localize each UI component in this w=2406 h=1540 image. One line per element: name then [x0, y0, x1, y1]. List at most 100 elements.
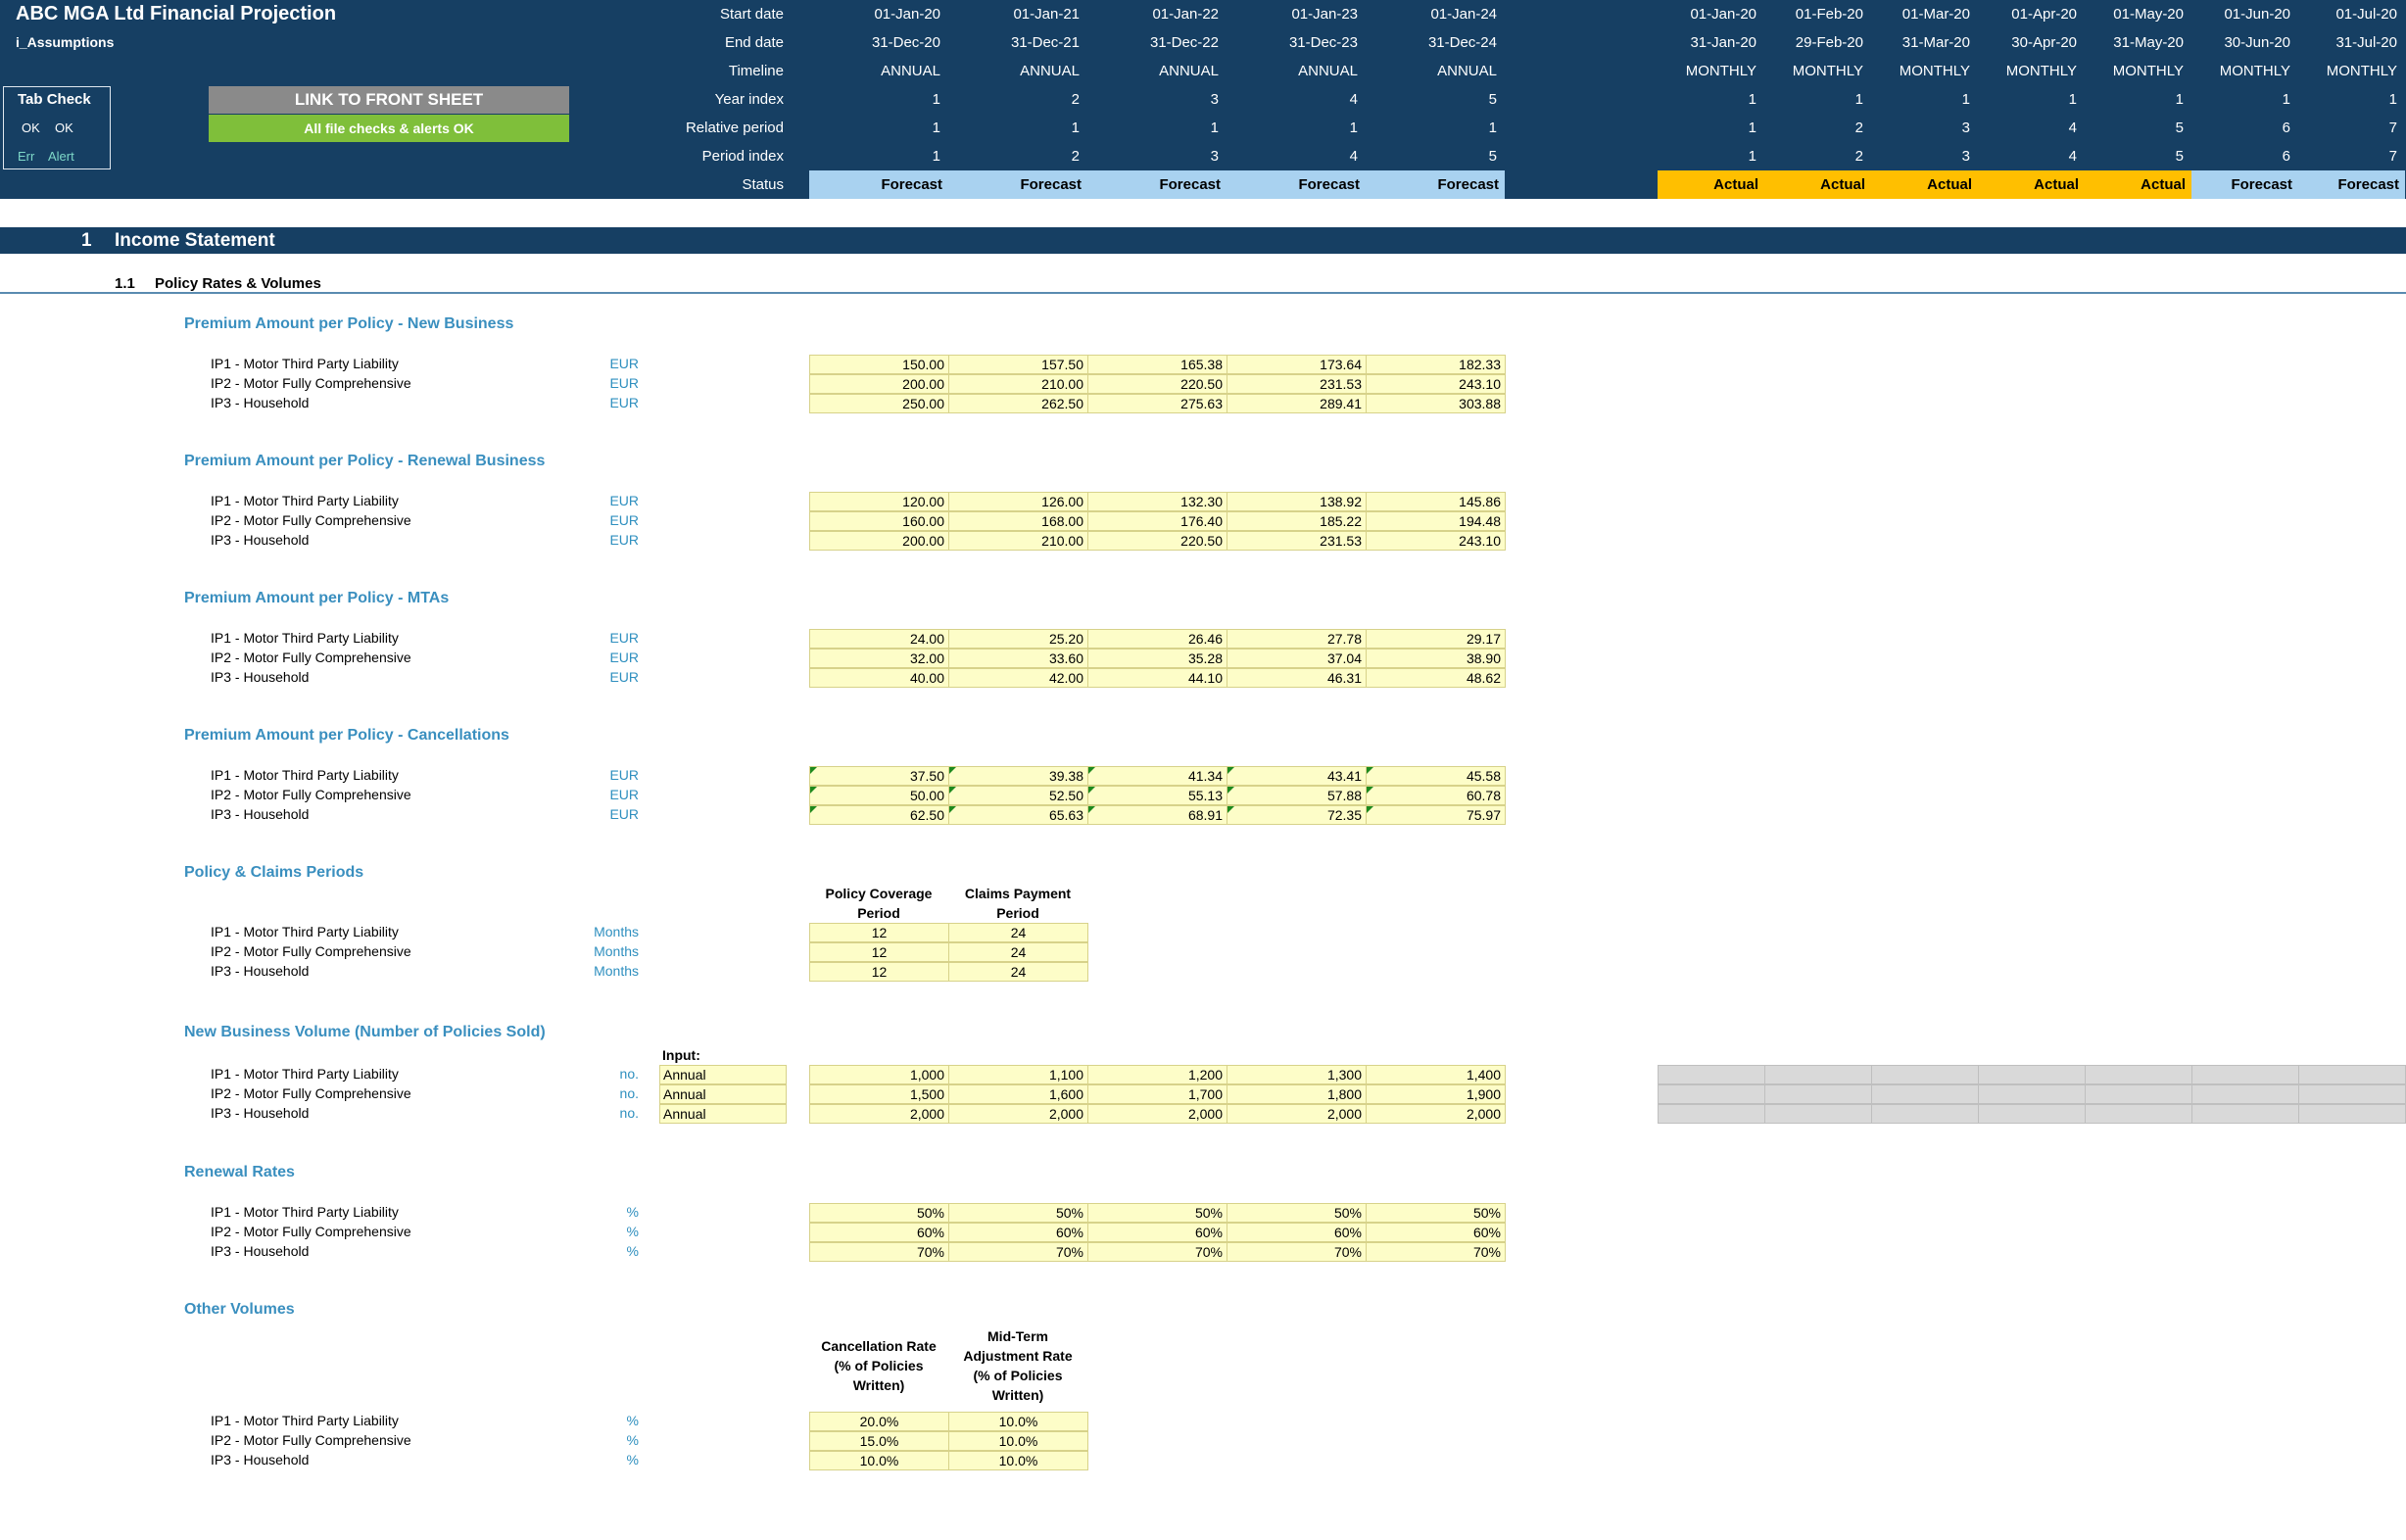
other_volumes-input-cell[interactable]: 10.0% [948, 1412, 1088, 1431]
other_volumes-input-cell[interactable]: 20.0% [809, 1412, 949, 1431]
renewal_rates-input-cell[interactable]: 60% [1366, 1223, 1506, 1242]
renewal_rates-input-cell[interactable]: 60% [948, 1223, 1088, 1242]
renewal-input-cell[interactable]: 210.00 [948, 531, 1088, 551]
new_business-input-cell[interactable]: 173.64 [1227, 355, 1367, 374]
mtas-input-cell[interactable]: 40.00 [809, 668, 949, 688]
renewal_rates-input-cell[interactable]: 50% [948, 1203, 1088, 1223]
mtas-input-cell[interactable]: 38.90 [1366, 649, 1506, 668]
renewal-input-cell[interactable]: 176.40 [1087, 511, 1227, 531]
renewal_rates-input-cell[interactable]: 70% [948, 1242, 1088, 1262]
renewal_rates-input-cell[interactable]: 60% [1227, 1223, 1367, 1242]
new_business-input-cell[interactable]: 231.53 [1227, 374, 1367, 394]
cancellations-input-cell[interactable]: 37.50 [809, 766, 949, 786]
renewal-input-cell[interactable]: 132.30 [1087, 492, 1227, 511]
new_business-input-cell[interactable]: 243.10 [1366, 374, 1506, 394]
cancellations-input-cell[interactable]: 65.63 [948, 805, 1088, 825]
cancellations-input-cell[interactable]: 68.91 [1087, 805, 1227, 825]
frequency-select[interactable]: Annual [659, 1104, 787, 1124]
renewal_rates-input-cell[interactable]: 60% [1087, 1223, 1227, 1242]
renewal_rates-input-cell[interactable]: 70% [1087, 1242, 1227, 1262]
periods-input-cell[interactable]: 12 [809, 923, 949, 942]
renewal-input-cell[interactable]: 220.50 [1087, 531, 1227, 551]
renewal-input-cell[interactable]: 160.00 [809, 511, 949, 531]
cancellations-input-cell[interactable]: 50.00 [809, 786, 949, 805]
new_business-input-cell[interactable]: 150.00 [809, 355, 949, 374]
nb_volume-input-cell[interactable]: 1,300 [1227, 1065, 1367, 1084]
periods-input-cell[interactable]: 24 [948, 942, 1088, 962]
cancellations-input-cell[interactable]: 39.38 [948, 766, 1088, 786]
cancellations-input-cell[interactable]: 72.35 [1227, 805, 1367, 825]
periods-input-cell[interactable]: 12 [809, 962, 949, 982]
nb_volume-input-cell[interactable]: 1,000 [809, 1065, 949, 1084]
nb_volume-input-cell[interactable]: 1,900 [1366, 1084, 1506, 1104]
link-to-front-sheet-button[interactable]: LINK TO FRONT SHEET [209, 86, 569, 114]
cancellations-input-cell[interactable]: 55.13 [1087, 786, 1227, 805]
mtas-input-cell[interactable]: 33.60 [948, 649, 1088, 668]
renewal-input-cell[interactable]: 185.22 [1227, 511, 1367, 531]
renewal-input-cell[interactable]: 126.00 [948, 492, 1088, 511]
renewal_rates-input-cell[interactable]: 50% [1366, 1203, 1506, 1223]
mtas-input-cell[interactable]: 44.10 [1087, 668, 1227, 688]
mtas-input-cell[interactable]: 42.00 [948, 668, 1088, 688]
other_volumes-input-cell[interactable]: 10.0% [948, 1431, 1088, 1451]
nb_volume-input-cell[interactable]: 1,200 [1087, 1065, 1227, 1084]
nb_volume-input-cell[interactable]: 2,000 [1087, 1104, 1227, 1124]
renewal_rates-input-cell[interactable]: 70% [1366, 1242, 1506, 1262]
mtas-input-cell[interactable]: 37.04 [1227, 649, 1367, 668]
renewal-input-cell[interactable]: 243.10 [1366, 531, 1506, 551]
other_volumes-input-cell[interactable]: 15.0% [809, 1431, 949, 1451]
renewal-input-cell[interactable]: 231.53 [1227, 531, 1367, 551]
renewal-input-cell[interactable]: 138.92 [1227, 492, 1367, 511]
renewal-input-cell[interactable]: 200.00 [809, 531, 949, 551]
nb_volume-input-cell[interactable]: 1,600 [948, 1084, 1088, 1104]
frequency-select[interactable]: Annual [659, 1084, 787, 1104]
frequency-select[interactable]: Annual [659, 1065, 787, 1084]
other_volumes-input-cell[interactable]: 10.0% [948, 1451, 1088, 1470]
periods-input-cell[interactable]: 12 [809, 942, 949, 962]
new_business-input-cell[interactable]: 289.41 [1227, 394, 1367, 413]
renewal-input-cell[interactable]: 145.86 [1366, 492, 1506, 511]
periods-input-cell[interactable]: 24 [948, 962, 1088, 982]
new_business-input-cell[interactable]: 210.00 [948, 374, 1088, 394]
cancellations-input-cell[interactable]: 75.97 [1366, 805, 1506, 825]
nb_volume-input-cell[interactable]: 2,000 [948, 1104, 1088, 1124]
cancellations-input-cell[interactable]: 43.41 [1227, 766, 1367, 786]
new_business-input-cell[interactable]: 165.38 [1087, 355, 1227, 374]
new_business-input-cell[interactable]: 200.00 [809, 374, 949, 394]
nb_volume-input-cell[interactable]: 2,000 [809, 1104, 949, 1124]
mtas-input-cell[interactable]: 25.20 [948, 629, 1088, 649]
other_volumes-input-cell[interactable]: 10.0% [809, 1451, 949, 1470]
mtas-input-cell[interactable]: 32.00 [809, 649, 949, 668]
new_business-input-cell[interactable]: 157.50 [948, 355, 1088, 374]
periods-input-cell[interactable]: 24 [948, 923, 1088, 942]
renewal-input-cell[interactable]: 168.00 [948, 511, 1088, 531]
renewal_rates-input-cell[interactable]: 70% [809, 1242, 949, 1262]
nb_volume-input-cell[interactable]: 1,500 [809, 1084, 949, 1104]
cancellations-input-cell[interactable]: 45.58 [1366, 766, 1506, 786]
mtas-input-cell[interactable]: 26.46 [1087, 629, 1227, 649]
renewal-input-cell[interactable]: 120.00 [809, 492, 949, 511]
new_business-input-cell[interactable]: 262.50 [948, 394, 1088, 413]
cancellations-input-cell[interactable]: 41.34 [1087, 766, 1227, 786]
nb_volume-input-cell[interactable]: 2,000 [1366, 1104, 1506, 1124]
nb_volume-input-cell[interactable]: 2,000 [1227, 1104, 1367, 1124]
nb_volume-input-cell[interactable]: 1,100 [948, 1065, 1088, 1084]
mtas-input-cell[interactable]: 48.62 [1366, 668, 1506, 688]
renewal_rates-input-cell[interactable]: 50% [1227, 1203, 1367, 1223]
new_business-input-cell[interactable]: 250.00 [809, 394, 949, 413]
new_business-input-cell[interactable]: 275.63 [1087, 394, 1227, 413]
cancellations-input-cell[interactable]: 57.88 [1227, 786, 1367, 805]
renewal_rates-input-cell[interactable]: 60% [809, 1223, 949, 1242]
renewal-input-cell[interactable]: 194.48 [1366, 511, 1506, 531]
cancellations-input-cell[interactable]: 52.50 [948, 786, 1088, 805]
nb_volume-input-cell[interactable]: 1,700 [1087, 1084, 1227, 1104]
mtas-input-cell[interactable]: 27.78 [1227, 629, 1367, 649]
mtas-input-cell[interactable]: 46.31 [1227, 668, 1367, 688]
renewal_rates-input-cell[interactable]: 70% [1227, 1242, 1367, 1262]
cancellations-input-cell[interactable]: 60.78 [1366, 786, 1506, 805]
nb_volume-input-cell[interactable]: 1,800 [1227, 1084, 1367, 1104]
new_business-input-cell[interactable]: 220.50 [1087, 374, 1227, 394]
new_business-input-cell[interactable]: 182.33 [1366, 355, 1506, 374]
renewal_rates-input-cell[interactable]: 50% [1087, 1203, 1227, 1223]
nb_volume-input-cell[interactable]: 1,400 [1366, 1065, 1506, 1084]
